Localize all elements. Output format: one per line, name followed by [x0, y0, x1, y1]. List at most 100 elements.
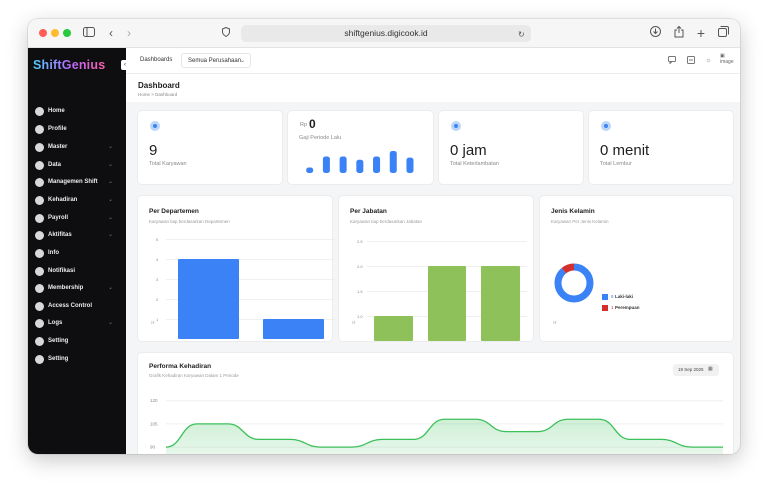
gridline [367, 241, 527, 242]
sidebar-item-aktifitas[interactable]: Aktifitas ⌄ [28, 228, 126, 244]
sidebar-item-logs[interactable]: Logs ⌄ [28, 316, 126, 332]
bar[interactable] [262, 319, 325, 339]
share-icon[interactable] [673, 25, 685, 40]
stat-card-overtime: 0 menit Total Lembur [589, 111, 733, 184]
chevron-down-icon: ⌄ [108, 144, 114, 150]
sidebar-item-master[interactable]: Master ⌄ [28, 140, 126, 156]
y-tick-label: 5 [156, 237, 159, 242]
sidebar-item-profile[interactable]: Profile [28, 122, 126, 138]
sidebar-item-label: Access Control [48, 303, 93, 309]
chart-subtitle-jabatan: Karyawan tiap berdasarkan Jabatan [350, 219, 423, 224]
bar[interactable] [374, 316, 413, 341]
sidebar-item-info[interactable]: Info [28, 246, 126, 262]
home-icon [35, 107, 44, 116]
sidebar-item-label: Notifikasi [48, 268, 76, 274]
chart-subtitle-departemen: Karyawan tiap berdasarkan Departemen [149, 219, 230, 224]
new-tab-icon[interactable]: + [695, 26, 707, 40]
y-tick-label: 105 [150, 421, 158, 426]
sidebar-item-access-control[interactable]: Access Control [28, 299, 126, 315]
sidebar-item-label: Data [48, 162, 62, 168]
sparkline-bar [322, 156, 330, 173]
legend-count: 1 [611, 305, 614, 310]
legend-swatch [602, 294, 608, 300]
settings-toggle-icon[interactable] [686, 56, 695, 65]
browser-toolbar: ‹ › shiftgenius.digicook.id ↻ + [28, 19, 740, 48]
bar[interactable] [177, 259, 240, 339]
sidebar-toggle-icon[interactable] [83, 26, 95, 40]
date-picker-value: 19 Sep 2025 [678, 367, 704, 372]
chevron-down-icon: ⌄ [108, 197, 114, 203]
tab-overview-icon[interactable] [717, 26, 729, 40]
info-icon [35, 249, 44, 258]
wallet-icon [35, 214, 44, 223]
y-tick-label: 120 [150, 398, 158, 403]
chart-card-kehadiran: Performa Kehadiran Grafik Kehadiran Kary… [138, 353, 733, 454]
stat-card-late: 0 jam Total Keterlambatan [439, 111, 583, 184]
privacy-shield-icon[interactable] [221, 26, 231, 40]
sidebar-item-membership[interactable]: Membership ⌄ [28, 281, 126, 297]
page-title: Dashboard [138, 81, 180, 90]
browser-window: ‹ › shiftgenius.digicook.id ↻ + ShiftGen… [28, 19, 740, 454]
chevron-down-icon: ⌄ [108, 162, 114, 168]
stage: ‹ › shiftgenius.digicook.id ↻ + ShiftGen… [0, 0, 768, 485]
sidebar-item-kehadiran[interactable]: Kehadiran ⌄ [28, 193, 126, 209]
minimize-window-button[interactable] [51, 29, 59, 37]
app-topbar: Dashboards Semua Perusahaan ⌄ ☼ ▣ image [126, 48, 740, 74]
file-icon [35, 161, 44, 170]
stat-card-employees: 9 Total Karyawan [138, 111, 282, 184]
address-bar[interactable]: shiftgenius.digicook.id [241, 25, 531, 42]
y-tick-label: 90 [150, 445, 156, 450]
chart-title-jabatan: Per Jabatan [350, 208, 387, 215]
sparkline-bar [406, 157, 414, 173]
y-tick-label: 1 [156, 317, 159, 322]
chart-logo-icon: ≀≀ [352, 320, 356, 326]
sidebar-item-home[interactable]: Home [28, 104, 126, 120]
chevron-down-icon: ⌄ [108, 320, 114, 326]
theme-sun-icon[interactable]: ☼ [704, 56, 713, 65]
bar[interactable] [427, 266, 467, 341]
sidebar-item-setting[interactable]: Setting [28, 352, 126, 368]
chat-icon[interactable] [667, 56, 676, 65]
forward-icon[interactable]: › [125, 26, 133, 40]
brand-logo[interactable]: ShiftGenius [33, 58, 105, 72]
sparkline-bar [389, 151, 397, 173]
reload-icon[interactable]: ↻ [518, 28, 525, 42]
company-select[interactable]: Semua Perusahaan ⌄ [181, 53, 251, 68]
url-text: shiftgenius.digicook.id [344, 28, 428, 38]
y-tick-label: 4 [156, 257, 159, 262]
sidebar-item-label: Profile [48, 126, 67, 132]
close-window-button[interactable] [39, 29, 47, 37]
page-header: Dashboard Home > Dashboard [126, 74, 740, 102]
sidebar-item-payroll[interactable]: Payroll ⌄ [28, 211, 126, 227]
back-icon[interactable]: ‹ [107, 26, 115, 40]
activity-icon [35, 231, 44, 240]
user-avatar-image[interactable]: ▣ image [720, 53, 734, 65]
y-tick-label: 2 [156, 297, 159, 302]
sidebar-item-managemen-shift[interactable]: Managemen Shift ⌄ [28, 175, 126, 191]
maximize-window-button[interactable] [63, 29, 71, 37]
donut-slice[interactable] [554, 263, 594, 303]
employees-value: 9 [149, 142, 158, 159]
y-tick-label: 1.0 [357, 314, 363, 319]
stopwatch-icon [601, 121, 611, 131]
chart-logo-icon: ≀≀ [553, 320, 557, 326]
attendance-area-chart: 7590105120 [150, 398, 723, 454]
sidebar-item-label: Membership [48, 285, 84, 291]
chevron-down-icon: ⌄ [108, 179, 114, 185]
dashboards-link[interactable]: Dashboards [140, 57, 172, 63]
sidebar-item-label: Aktifitas [48, 232, 72, 238]
calendar-icon: ▦ [708, 366, 713, 372]
date-picker[interactable]: 19 Sep 2025 ▦ [673, 364, 719, 376]
bar[interactable] [481, 266, 520, 341]
sidebar-item-data[interactable]: Data ⌄ [28, 158, 126, 174]
sidebar-item-label: Master [48, 144, 68, 150]
sidebar-item-notifikasi[interactable]: Notifikasi [28, 264, 126, 280]
overtime-value: 0 menit [600, 142, 650, 159]
legend-swatch [602, 305, 608, 311]
download-icon[interactable] [649, 26, 661, 40]
chevron-down-icon: ⌄ [108, 232, 114, 238]
sparkline-bar [339, 156, 347, 173]
person-icon [35, 284, 44, 293]
sidebar-item-setting[interactable]: Setting [28, 334, 126, 350]
employees-label: Total Karyawan [149, 161, 187, 167]
